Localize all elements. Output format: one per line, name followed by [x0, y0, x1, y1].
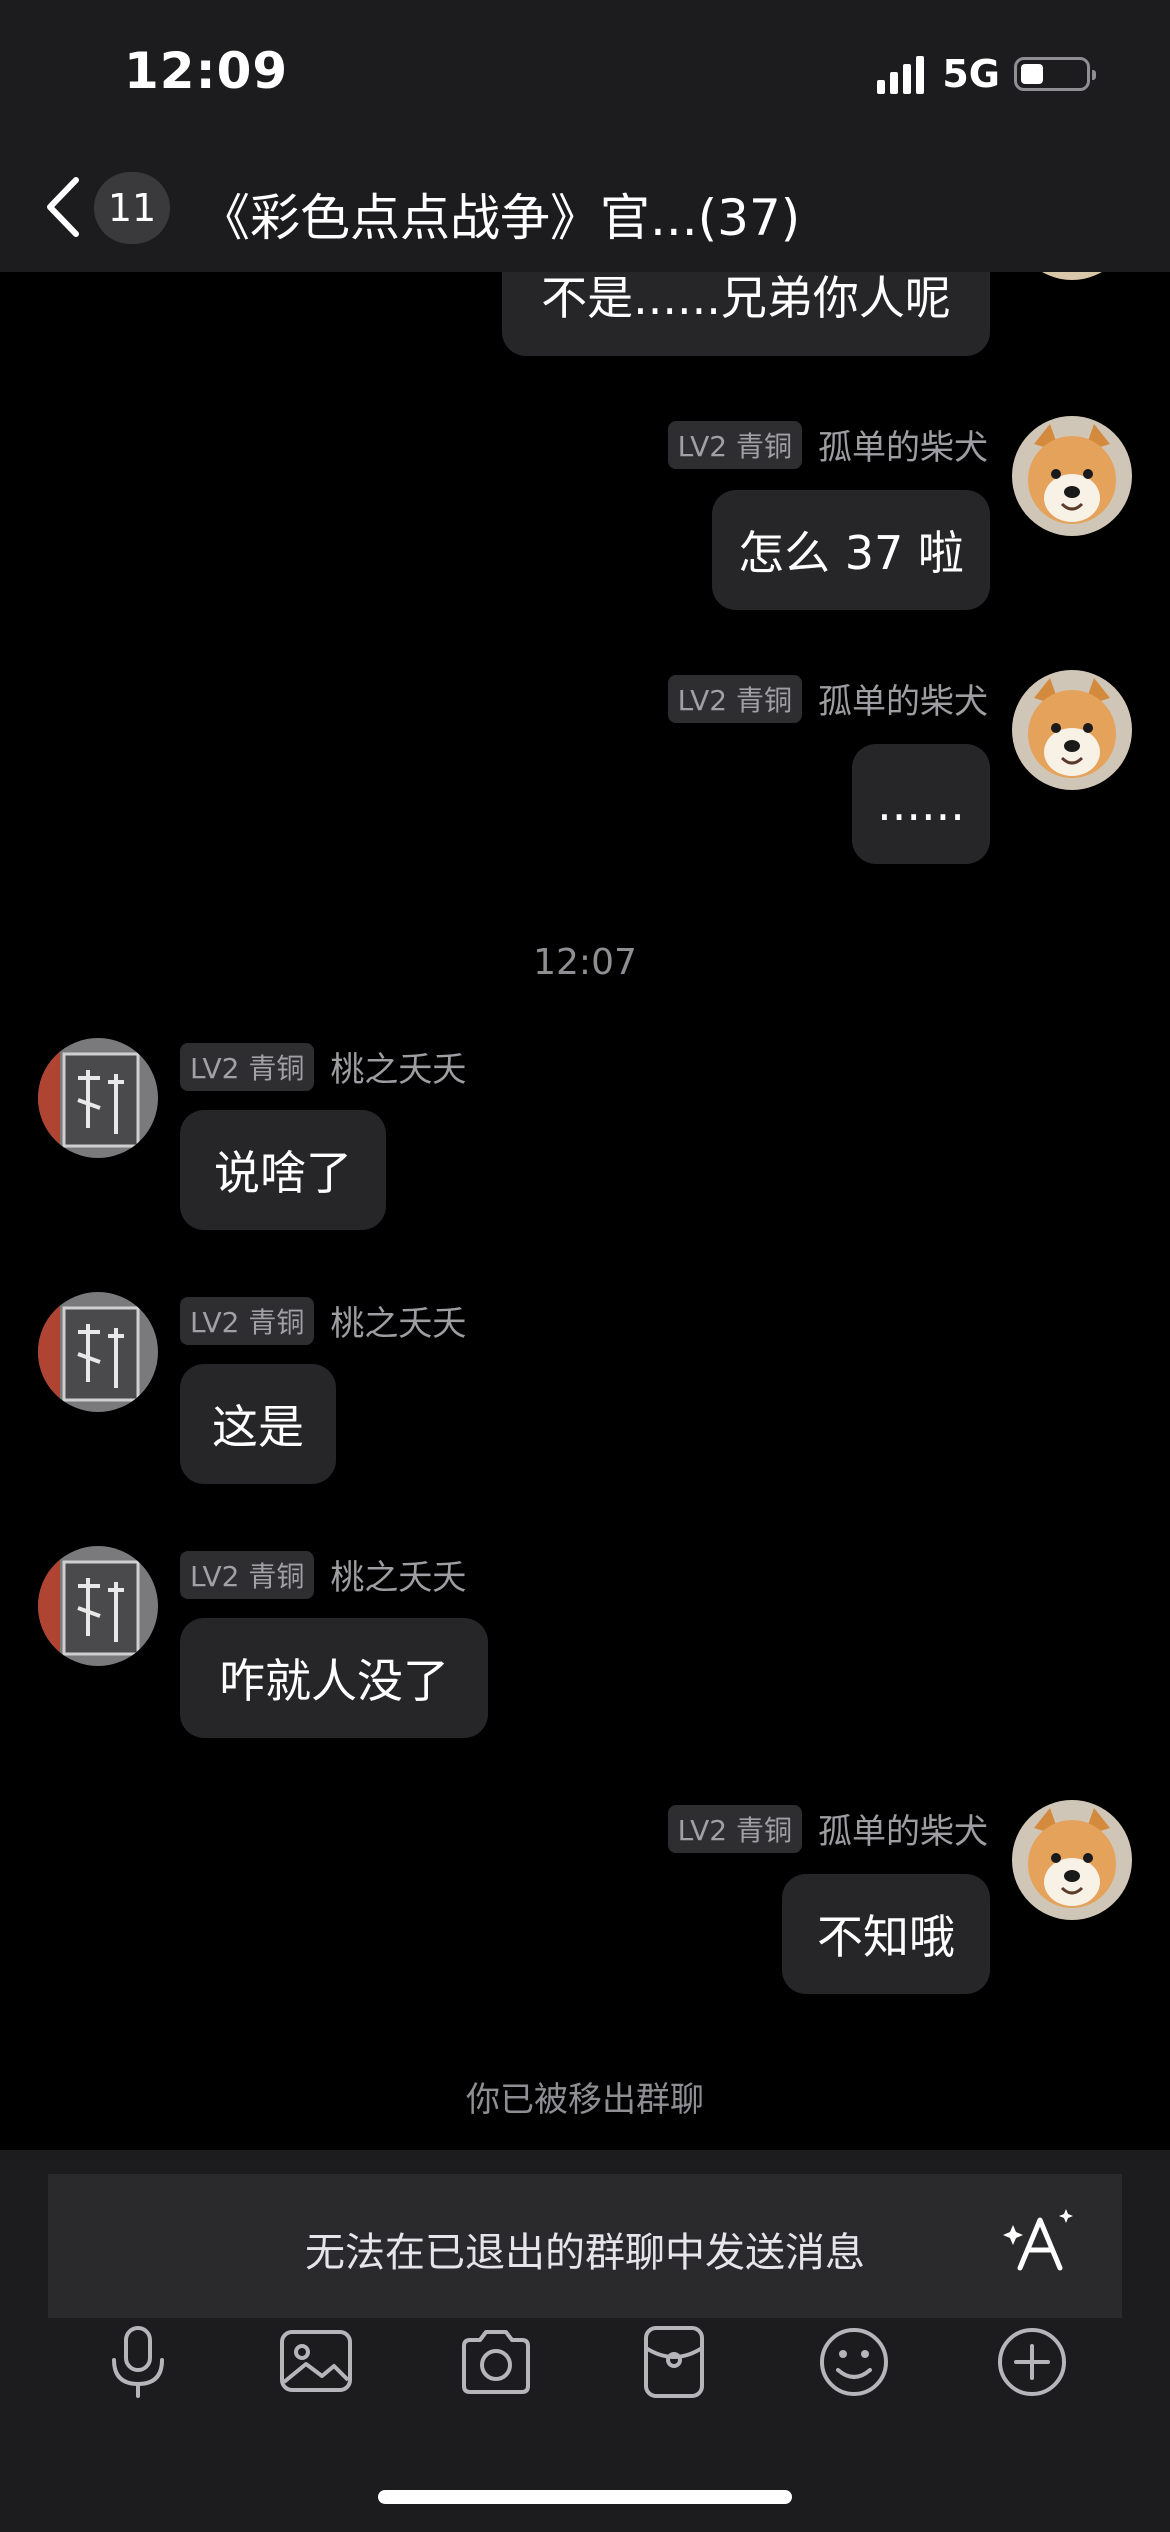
network-label: 5G: [942, 52, 1000, 96]
battery-icon: [1014, 57, 1096, 91]
back-icon[interactable]: [40, 172, 88, 242]
message-meta: LV2 青铜 孤单的柴犬: [667, 674, 988, 723]
level-badge: LV2 青铜: [667, 420, 802, 469]
chat-header: 12:09 5G 11 《彩色点点战争》官...(37): [0, 0, 1170, 272]
avatar-taozhi[interactable]: [38, 1038, 158, 1158]
message-meta: LV2 青铜 孤单的柴犬: [667, 420, 988, 469]
image-icon[interactable]: [276, 2322, 356, 2402]
emoji-icon[interactable]: [814, 2322, 894, 2402]
system-notice: 你已被移出群聊: [466, 2080, 704, 2120]
chat-title[interactable]: 《彩色点点战争》官...(37): [200, 178, 800, 250]
avatar-shiba[interactable]: [1012, 416, 1132, 536]
font-style-icon[interactable]: [1002, 2202, 1082, 2282]
sender-name[interactable]: 桃之夭夭: [330, 1550, 466, 1599]
signal-icon: [877, 54, 925, 94]
plus-icon[interactable]: [992, 2322, 1072, 2402]
level-badge: LV2 青铜: [667, 674, 802, 723]
level-badge: LV2 青铜: [180, 1296, 315, 1345]
avatar-shiba[interactable]: [1012, 1800, 1132, 1920]
time-divider: 12:07: [533, 942, 637, 983]
sender-name[interactable]: 孤单的柴犬: [818, 420, 988, 469]
avatar-shiba[interactable]: [1012, 670, 1132, 790]
message-meta: LV2 青铜 桃之夭夭: [180, 1296, 466, 1345]
microphone-icon[interactable]: [98, 2322, 178, 2402]
message-bubble[interactable]: 说啥了: [180, 1110, 386, 1230]
level-badge: LV2 青铜: [180, 1550, 315, 1599]
unread-count-badge[interactable]: 11: [94, 172, 170, 244]
red-packet-icon[interactable]: [634, 2322, 714, 2402]
status-indicators: 5G: [877, 52, 1096, 96]
level-badge: LV2 青铜: [667, 1804, 802, 1853]
message-meta: LV2 青铜 桃之夭夭: [180, 1042, 466, 1091]
disabled-input-bar: 无法在已退出的群聊中发送消息: [48, 2174, 1122, 2318]
message-bubble[interactable]: 这是: [180, 1364, 336, 1484]
camera-icon[interactable]: [456, 2322, 536, 2402]
message-bubble[interactable]: ......: [852, 744, 990, 864]
sender-name[interactable]: 桃之夭夭: [330, 1042, 466, 1091]
input-disabled-notice: 无法在已退出的群聊中发送消息: [305, 2230, 865, 2276]
home-indicator[interactable]: [378, 2490, 792, 2504]
battery-level: [1021, 64, 1043, 84]
level-badge: LV2 青铜: [180, 1042, 315, 1091]
avatar-taozhi[interactable]: [38, 1292, 158, 1412]
sender-name[interactable]: 桃之夭夭: [330, 1296, 466, 1345]
message-bubble[interactable]: 不知哦: [782, 1874, 990, 1994]
message-meta: LV2 青铜 孤单的柴犬: [667, 1804, 988, 1853]
message-bubble[interactable]: 怎么 37 啦: [712, 490, 990, 610]
sender-name[interactable]: 孤单的柴犬: [818, 674, 988, 723]
message-bubble[interactable]: 咋就人没了: [180, 1618, 488, 1738]
message-meta: LV2 青铜 桃之夭夭: [180, 1550, 466, 1599]
status-time: 12:09: [124, 42, 289, 100]
sender-name[interactable]: 孤单的柴犬: [818, 1804, 988, 1853]
avatar-taozhi[interactable]: [38, 1546, 158, 1666]
